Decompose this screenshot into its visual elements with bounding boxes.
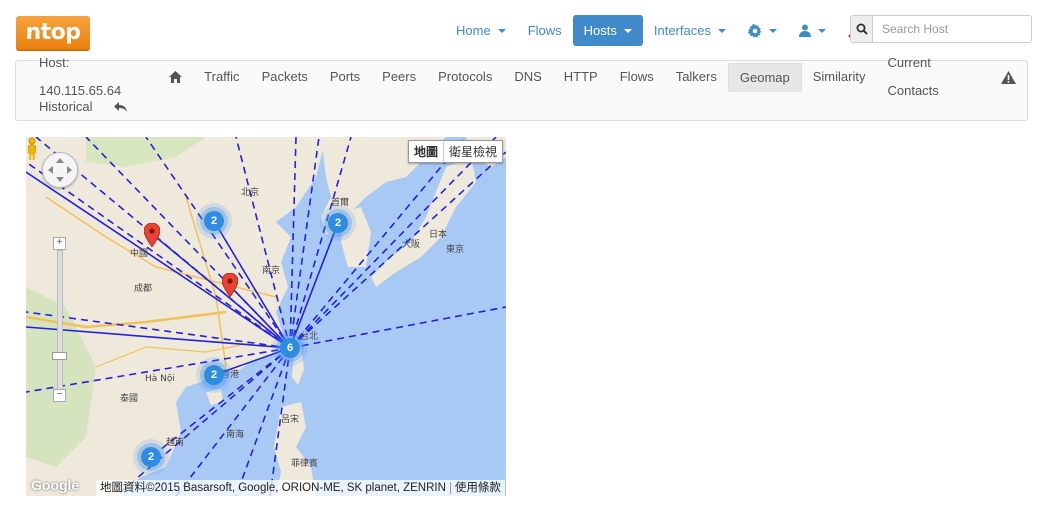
label-nanjing: 南京 — [262, 264, 280, 276]
marker-cluster[interactable]: 2 — [204, 211, 224, 231]
user-icon — [798, 24, 811, 37]
tab-dns[interactable]: DNS — [503, 63, 552, 91]
map-canvas: 北京 中國 日本 東京 大阪 首爾 成都 南京 Hà Nội 泰國 南海 香港 … — [26, 137, 506, 496]
reply-icon — [114, 101, 128, 112]
street-view-pegman-icon[interactable] — [26, 137, 38, 161]
search-host-input[interactable] — [873, 16, 1031, 42]
nav-interfaces[interactable]: Interfaces — [643, 15, 737, 46]
nav-flows[interactable]: Flows — [517, 15, 573, 46]
tab-peers[interactable]: Peers — [371, 63, 427, 91]
zoom-control: + − — [52, 237, 67, 402]
zoom-in-button[interactable]: + — [53, 237, 66, 250]
tab-packets[interactable]: Packets — [251, 63, 319, 91]
host-subnav: Host: 140.115.65.64 Traffic Packets Port… — [15, 55, 1028, 121]
tab-alerts[interactable] — [990, 63, 1027, 91]
tab-current-contacts[interactable]: Current Contacts — [876, 55, 990, 98]
label-luzon: 呂宋 — [281, 413, 299, 425]
caret-down-icon — [623, 28, 632, 33]
tab-http[interactable]: HTTP — [553, 63, 609, 91]
nav-hosts-label: Hosts — [583, 23, 617, 38]
pan-arrows-icon — [48, 158, 72, 182]
nav-settings[interactable] — [737, 15, 788, 46]
host-label: Host: 140.115.65.64 — [39, 55, 122, 98]
search-icon — [856, 23, 868, 35]
terms-of-use-link[interactable]: 使用條款 — [449, 482, 501, 494]
tab-ports[interactable]: Ports — [319, 63, 371, 91]
label-beijing: 北京 — [241, 186, 259, 198]
tab-traffic[interactable]: Traffic — [193, 63, 250, 91]
map-attribution-text: 地圖資料©2015 Basarsoft, Google, ORION-ME, S… — [100, 482, 446, 494]
geomap[interactable]: 北京 中國 日本 東京 大阪 首爾 成都 南京 Hà Nội 泰國 南海 香港 … — [26, 137, 506, 496]
search-button[interactable] — [851, 16, 873, 42]
caret-down-icon — [497, 28, 506, 33]
nav-home[interactable]: Home — [445, 15, 517, 46]
zoom-slider-track[interactable] — [57, 250, 63, 392]
marker-cluster[interactable]: 2 — [328, 213, 348, 233]
map-type-map-button[interactable]: 地圖 — [409, 141, 444, 162]
tab-similarity[interactable]: Similarity — [802, 63, 877, 91]
tab-protocols[interactable]: Protocols — [427, 63, 503, 91]
nav-home-label: Home — [456, 23, 491, 38]
gear-icon — [747, 23, 762, 38]
tab-talkers[interactable]: Talkers — [665, 63, 728, 91]
tab-home[interactable] — [158, 63, 193, 91]
zoom-slider-handle[interactable] — [52, 352, 67, 360]
search-host-box — [850, 15, 1032, 43]
label-philippines: 菲律賓 — [291, 457, 318, 469]
map-type-control: 地圖 衛星檢視 — [407, 140, 503, 163]
nav-flows-label: Flows — [527, 23, 562, 38]
label-seoul: 首爾 — [331, 196, 349, 208]
alert-icon — [1001, 70, 1016, 84]
marker-cluster[interactable]: 2 — [204, 365, 224, 385]
label-vietnam: 越南 — [166, 436, 184, 448]
tab-historical[interactable]: Historical — [28, 93, 103, 121]
nav-interfaces-label: Interfaces — [653, 23, 711, 38]
label-osaka: 大阪 — [402, 238, 420, 250]
label-taipei: 台北 — [300, 330, 318, 342]
google-logo[interactable]: Google — [31, 477, 79, 493]
label-china: 中國 — [130, 247, 148, 259]
map-type-satellite-button[interactable]: 衛星檢視 — [444, 141, 502, 162]
tab-geomap[interactable]: Geomap — [727, 62, 802, 92]
tab-back[interactable] — [103, 93, 138, 121]
nav-hosts[interactable]: Hosts — [572, 15, 643, 46]
nav-user[interactable] — [788, 15, 837, 46]
map-pin-icon[interactable] — [144, 223, 160, 247]
caret-down-icon — [717, 28, 726, 33]
marker-cluster[interactable]: 2 — [141, 447, 161, 467]
map-pin-icon[interactable] — [222, 273, 238, 297]
label-hanoi: Hà Nội — [145, 373, 175, 384]
label-chengdu: 成都 — [134, 282, 152, 294]
pan-control[interactable] — [42, 152, 78, 188]
label-south-sea: 南海 — [226, 428, 244, 440]
ntop-logo[interactable]: ntop — [16, 16, 90, 51]
caret-down-icon — [817, 28, 826, 33]
label-japan: 日本 — [429, 228, 447, 240]
label-thailand: 泰國 — [120, 392, 138, 404]
zoom-out-button[interactable]: − — [53, 389, 66, 402]
caret-down-icon — [768, 28, 777, 33]
label-tokyo: 東京 — [446, 243, 464, 255]
top-navbar: Home Flows Hosts Interfaces — [445, 15, 874, 46]
home-icon — [169, 71, 183, 83]
marker-cluster-origin[interactable]: 6 — [280, 338, 300, 358]
map-attribution: 地圖資料©2015 Basarsoft, Google, ORION-ME, S… — [96, 480, 505, 496]
tab-flows[interactable]: Flows — [609, 63, 665, 91]
